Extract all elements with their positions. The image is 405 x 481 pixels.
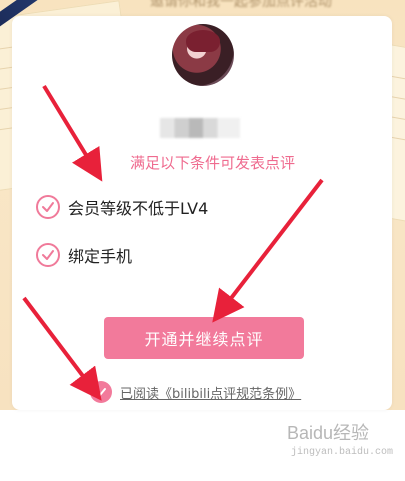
condition-item-level: 会员等级不低于LV4 bbox=[36, 194, 208, 220]
top-title: 邀请你和我一起参加点评活动 bbox=[150, 0, 332, 9]
watermark-url: jingyan.baidu.com bbox=[291, 447, 394, 458]
check-circle-outline-icon bbox=[36, 243, 60, 267]
check-circle-outline-icon bbox=[36, 195, 60, 219]
condition-label: 会员等级不低于LV4 bbox=[68, 199, 209, 218]
watermark-logo: Baidu经验 bbox=[287, 423, 370, 443]
condition-item-phone: 绑定手机 bbox=[36, 242, 132, 268]
check-circle-filled-icon[interactable] bbox=[90, 381, 112, 403]
conditions-title-text: 满足以下条件可发表点评 bbox=[129, 154, 295, 172]
agreement-row[interactable]: 已阅读《bilibili点评规范条例》 bbox=[90, 380, 301, 404]
activate-and-continue-button[interactable]: 开通并继续点评 bbox=[104, 317, 304, 359]
username-blurred bbox=[160, 118, 240, 138]
conditions-title: 满足以下条件可发表点评 bbox=[0, 152, 405, 173]
avatar[interactable] bbox=[172, 24, 234, 86]
agreement-link[interactable]: 已阅读《bilibili点评规范条例》 bbox=[120, 383, 301, 402]
condition-label: 绑定手机 bbox=[68, 247, 133, 266]
avatar-hat bbox=[186, 30, 220, 52]
baidu-jingyan-watermark: Baidu经验 jingyan.baidu.com bbox=[287, 419, 393, 465]
